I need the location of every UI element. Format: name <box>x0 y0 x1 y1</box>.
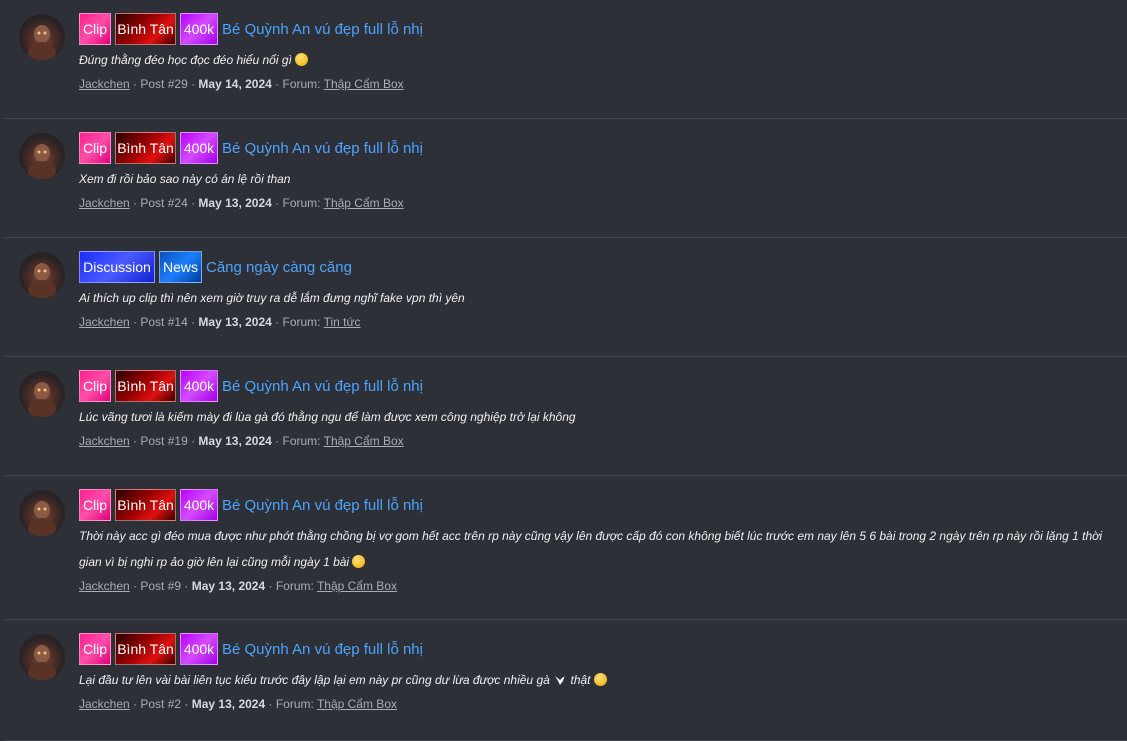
forum-prefix: Forum: <box>282 315 321 329</box>
prefix-label-400k[interactable]: 400k <box>180 13 218 45</box>
forum-prefix: Forum: <box>275 579 314 593</box>
list-item: Clip Bình Tân 400k Bé Quỳnh An vú đẹp fu… <box>4 0 1127 119</box>
post-meta: Jackchen · Post #9 · May 13, 2024 · Foru… <box>79 579 397 593</box>
snippet-text: Thời này acc gì đéo mua được như phớt th… <box>79 529 1103 569</box>
forum-prefix: Forum: <box>275 697 314 711</box>
prefix-label-binh-tan[interactable]: Bình Tân <box>115 132 176 164</box>
laugh-emoji-icon <box>593 673 607 686</box>
prefix-label-clip[interactable]: Clip <box>79 132 111 164</box>
avatar[interactable] <box>19 371 65 417</box>
post-date: May 13, 2024 <box>191 697 266 711</box>
post-number: Post #9 <box>140 579 182 593</box>
prefix-label-400k[interactable]: 400k <box>180 489 218 521</box>
prefix-label-clip[interactable]: Clip <box>79 370 111 402</box>
post-date: May 13, 2024 <box>191 579 266 593</box>
prefix-label-binh-tan[interactable]: Bình Tân <box>115 13 176 45</box>
snippet-text: Ai thích up clip thì nên xem giờ truy ra… <box>79 291 465 305</box>
thread-title-link[interactable]: Căng ngày càng căng <box>206 259 352 276</box>
forum-link[interactable]: Thập Cẩm Box <box>317 697 397 711</box>
forum-link[interactable]: Thập Cẩm Box <box>324 434 404 448</box>
post-date: May 14, 2024 <box>198 77 272 91</box>
author-link[interactable]: Jackchen <box>79 77 130 91</box>
list-item: Clip Bình Tân 400k Bé Quỳnh An vú đẹp fu… <box>4 119 1127 238</box>
post-meta: Jackchen · Post #14 · May 13, 2024 · For… <box>79 315 361 329</box>
post-snippet: Xem đi rồi bảo sao này có án lệ rồi than <box>79 166 1117 192</box>
snippet-text: Đúng thằng đéo học đọc đéo hiểu nổi gì <box>79 53 292 67</box>
prefix-label-news[interactable]: News <box>159 251 202 283</box>
post-snippet: Đúng thằng đéo học đọc đéo hiểu nổi gì <box>79 47 1117 73</box>
avatar[interactable] <box>19 14 65 60</box>
avatar[interactable] <box>19 133 65 179</box>
thread-title-link[interactable]: Bé Quỳnh An vú đẹp full lỗ nhị <box>222 497 423 514</box>
snippet-text: Xem đi rồi bảo sao này có án lệ rồi than <box>79 172 291 186</box>
post-number: Post #2 <box>140 697 182 711</box>
post-snippet: Ai thích up clip thì nên xem giờ truy ra… <box>79 285 1117 311</box>
prefix-label-discussion[interactable]: Discussion <box>79 251 155 283</box>
post-number: Post #19 <box>140 434 188 448</box>
author-link[interactable]: Jackchen <box>79 579 130 593</box>
snippet-text: Lại đầu tư lên vài bài liên tục kiểu trư… <box>79 673 550 687</box>
avatar[interactable] <box>19 252 65 298</box>
author-link[interactable]: Jackchen <box>79 315 130 329</box>
prefix-label-clip[interactable]: Clip <box>79 633 111 665</box>
post-number: Post #14 <box>140 315 188 329</box>
forum-prefix: Forum: <box>282 196 321 210</box>
list-item: Clip Bình Tân 400k Bé Quỳnh An vú đẹp fu… <box>4 357 1127 476</box>
prefix-label-400k[interactable]: 400k <box>180 370 218 402</box>
prefix-label-clip[interactable]: Clip <box>79 489 111 521</box>
list-item: Clip Bình Tân 400k Bé Quỳnh An vú đẹp fu… <box>4 476 1127 620</box>
post-date: May 13, 2024 <box>198 434 272 448</box>
laugh-emoji-icon <box>352 555 366 568</box>
avatar[interactable] <box>19 490 65 536</box>
post-date: May 13, 2024 <box>198 196 272 210</box>
prefix-label-binh-tan[interactable]: Bình Tân <box>115 489 176 521</box>
forum-link[interactable]: Tin tức <box>324 315 361 329</box>
prefix-label-binh-tan[interactable]: Bình Tân <box>115 633 176 665</box>
thread-title-link[interactable]: Bé Quỳnh An vú đẹp full lỗ nhị <box>222 21 423 38</box>
author-link[interactable]: Jackchen <box>79 434 130 448</box>
post-snippet: Lại đầu tư lên vài bài liên tục kiểu trư… <box>79 667 1117 693</box>
snippet-text: Lúc vãng tươi là kiếm mày đi lùa gà đó t… <box>79 410 576 424</box>
author-link[interactable]: Jackchen <box>79 196 130 210</box>
post-date: May 13, 2024 <box>198 315 272 329</box>
avatar[interactable] <box>19 634 65 680</box>
search-results-list: Clip Bình Tân 400k Bé Quỳnh An vú đẹp fu… <box>4 0 1127 741</box>
post-meta: Jackchen · Post #24 · May 13, 2024 · For… <box>79 196 404 210</box>
list-item: Clip Bình Tân 400k Bé Quỳnh An vú đẹp fu… <box>4 620 1127 741</box>
forum-link[interactable]: Thập Cẩm Box <box>317 579 397 593</box>
laugh-emoji-icon <box>295 53 309 66</box>
prefix-label-binh-tan[interactable]: Bình Tân <box>115 370 176 402</box>
thread-title-link[interactable]: Bé Quỳnh An vú đẹp full lỗ nhị <box>222 641 423 658</box>
post-meta: Jackchen · Post #2 · May 13, 2024 · Foru… <box>79 697 397 711</box>
post-meta: Jackchen · Post #19 · May 13, 2024 · For… <box>79 434 404 448</box>
post-meta: Jackchen · Post #29 · May 14, 2024 · For… <box>79 77 404 91</box>
thread-title-link[interactable]: Bé Quỳnh An vú đẹp full lỗ nhị <box>222 140 423 157</box>
author-link[interactable]: Jackchen <box>79 697 130 711</box>
forum-link[interactable]: Thập Cẩm Box <box>324 196 404 210</box>
prefix-label-clip[interactable]: Clip <box>79 13 111 45</box>
forum-prefix: Forum: <box>282 77 321 91</box>
forum-link[interactable]: Thập Cẩm Box <box>324 77 404 91</box>
snippet-tail-text: thật <box>570 673 591 687</box>
post-snippet: Thời này acc gì đéo mua được như phớt th… <box>79 523 1117 575</box>
prefix-label-400k[interactable]: 400k <box>180 132 218 164</box>
list-item: Discussion News Căng ngày càng căng Ai t… <box>4 238 1127 357</box>
prefix-label-400k[interactable]: 400k <box>180 633 218 665</box>
post-number: Post #29 <box>140 77 188 91</box>
forum-prefix: Forum: <box>282 434 321 448</box>
post-number: Post #24 <box>140 196 188 210</box>
post-snippet: Lúc vãng tươi là kiếm mày đi lùa gà đó t… <box>79 404 1117 430</box>
thread-title-link[interactable]: Bé Quỳnh An vú đẹp full lỗ nhị <box>222 378 423 395</box>
bird-emoji-icon <box>555 675 566 685</box>
